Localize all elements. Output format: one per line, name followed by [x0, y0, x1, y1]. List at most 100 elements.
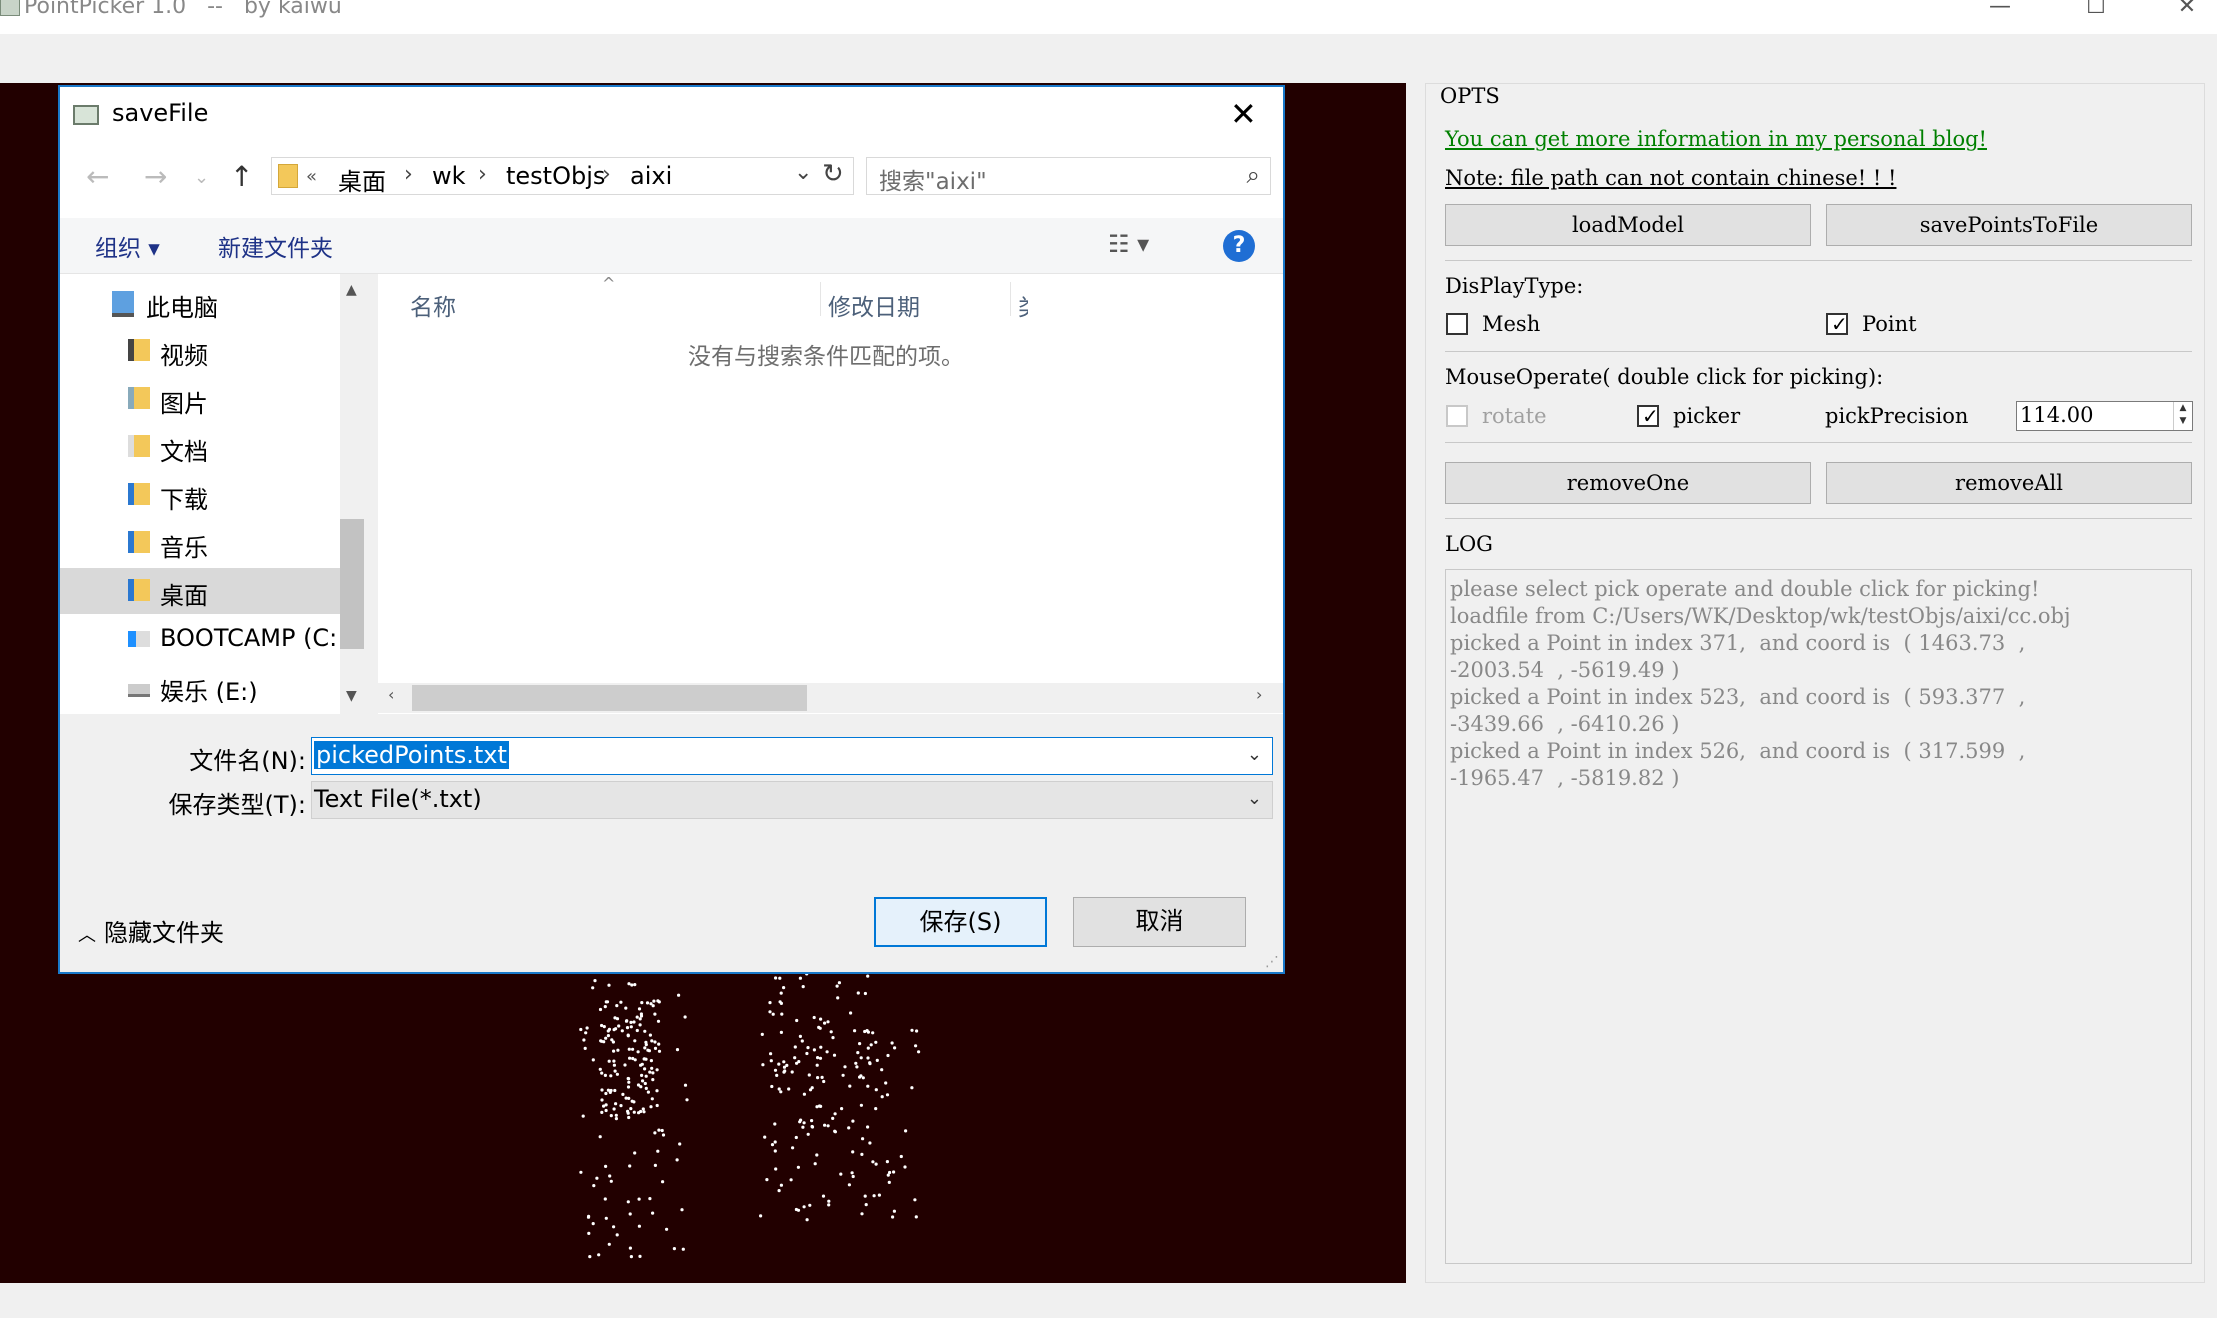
model-point[interactable]: [626, 1085, 631, 1089]
model-point[interactable]: [813, 1162, 817, 1166]
model-point[interactable]: [615, 1233, 619, 1237]
model-point[interactable]: [773, 1122, 777, 1126]
forward-arrow-icon[interactable]: →: [144, 160, 167, 193]
model-point[interactable]: [778, 976, 782, 980]
model-point[interactable]: [892, 1209, 897, 1213]
model-point[interactable]: [653, 1046, 658, 1050]
chevron-down-icon[interactable]: ⌄: [1247, 744, 1262, 765]
model-point[interactable]: [637, 1224, 642, 1228]
model-point[interactable]: [655, 1089, 659, 1093]
model-point[interactable]: [874, 1040, 878, 1044]
remove-all-button[interactable]: removeAll: [1826, 462, 2192, 504]
model-point[interactable]: [864, 1203, 868, 1207]
model-point[interactable]: [579, 1170, 583, 1174]
file-list-hscrollbar[interactable]: ‹ ›: [378, 683, 1283, 713]
model-point[interactable]: [675, 1158, 679, 1162]
file-list[interactable]: 名称 ^ 修改日期 类 没有与搜索条件匹配的项。: [378, 274, 1283, 714]
model-point[interactable]: [835, 984, 839, 988]
model-point[interactable]: [892, 1170, 896, 1174]
model-point[interactable]: [603, 1073, 608, 1077]
model-point[interactable]: [677, 993, 681, 997]
model-point[interactable]: [617, 1024, 621, 1028]
column-divider[interactable]: [1010, 282, 1011, 316]
model-point[interactable]: [823, 1021, 827, 1025]
chevron-right-icon[interactable]: ›: [602, 162, 611, 187]
model-point[interactable]: [652, 999, 656, 1003]
model-point[interactable]: [773, 1149, 777, 1153]
model-point[interactable]: [633, 983, 637, 987]
breadcrumb-testobjs[interactable]: testObjs: [506, 162, 605, 190]
model-point[interactable]: [657, 1042, 661, 1046]
model-point[interactable]: [796, 1165, 801, 1169]
model-point[interactable]: [612, 1049, 616, 1053]
maximize-button[interactable]: ☐: [2076, 0, 2116, 26]
model-point[interactable]: [649, 1002, 653, 1006]
model-point[interactable]: [643, 1081, 647, 1086]
model-point[interactable]: [604, 1000, 608, 1004]
model-point[interactable]: [644, 1040, 648, 1044]
model-point[interactable]: [627, 1047, 631, 1051]
model-point[interactable]: [665, 1227, 669, 1231]
model-point[interactable]: [627, 1096, 631, 1100]
model-point[interactable]: [656, 1149, 660, 1153]
model-point[interactable]: [613, 1016, 617, 1020]
model-point[interactable]: [802, 1121, 806, 1125]
model-point[interactable]: [808, 1088, 813, 1092]
model-point[interactable]: [871, 1031, 875, 1035]
chevron-right-icon[interactable]: ›: [404, 162, 413, 187]
model-point[interactable]: [651, 1211, 655, 1215]
model-point[interactable]: [890, 1041, 894, 1045]
search-input[interactable]: 搜索"aixi" ⌕: [866, 157, 1271, 195]
model-point[interactable]: [627, 1077, 631, 1081]
model-point[interactable]: [598, 1007, 603, 1012]
breadcrumb-desktop[interactable]: 桌面: [338, 162, 386, 197]
model-point[interactable]: [646, 1090, 651, 1094]
model-point[interactable]: [647, 1049, 652, 1053]
model-point[interactable]: [600, 1098, 604, 1102]
model-point[interactable]: [827, 1203, 831, 1207]
model-point[interactable]: [821, 1194, 826, 1198]
model-point[interactable]: [649, 1105, 653, 1109]
model-point[interactable]: [627, 982, 631, 986]
model-point[interactable]: [657, 1000, 661, 1004]
model-point[interactable]: [806, 1132, 810, 1136]
model-point[interactable]: [624, 1019, 629, 1023]
model-point[interactable]: [877, 1193, 882, 1197]
log-textarea[interactable]: please select pick operate and double cl…: [1445, 569, 2192, 1264]
model-point[interactable]: [910, 1086, 914, 1090]
model-point[interactable]: [631, 1056, 635, 1061]
model-point[interactable]: [650, 1039, 654, 1043]
model-point[interactable]: [769, 1052, 773, 1056]
model-point[interactable]: [598, 1135, 602, 1139]
model-point[interactable]: [816, 1056, 820, 1060]
model-point[interactable]: [777, 1189, 781, 1193]
model-point[interactable]: [604, 1103, 608, 1107]
model-point[interactable]: [581, 1114, 585, 1118]
model-point[interactable]: [850, 1171, 854, 1175]
model-point[interactable]: [629, 1020, 633, 1024]
breadcrumb-wk[interactable]: wk: [432, 162, 466, 190]
model-point[interactable]: [642, 1057, 646, 1061]
model-point[interactable]: [798, 1034, 803, 1038]
model-point[interactable]: [770, 1143, 775, 1147]
model-point[interactable]: [861, 1137, 865, 1141]
model-point[interactable]: [914, 1215, 918, 1219]
model-point[interactable]: [650, 1066, 654, 1070]
model-point[interactable]: [854, 1061, 858, 1065]
model-point[interactable]: [899, 1154, 903, 1159]
model-point[interactable]: [819, 1017, 823, 1021]
model-point[interactable]: [627, 1080, 631, 1084]
model-point[interactable]: [856, 991, 860, 995]
model-point[interactable]: [859, 1056, 863, 1060]
view-options-icon[interactable]: ☷ ▾: [1108, 230, 1149, 258]
chevron-right-icon[interactable]: ›: [478, 162, 487, 187]
model-point[interactable]: [644, 1086, 648, 1090]
model-point[interactable]: [782, 986, 786, 990]
model-point[interactable]: [604, 1216, 608, 1220]
model-point[interactable]: [612, 1107, 616, 1111]
model-point[interactable]: [585, 1026, 589, 1030]
rotate-checkbox[interactable]: [1446, 405, 1468, 427]
model-point[interactable]: [599, 1039, 603, 1043]
model-point[interactable]: [910, 1028, 914, 1032]
model-point[interactable]: [785, 1063, 789, 1067]
